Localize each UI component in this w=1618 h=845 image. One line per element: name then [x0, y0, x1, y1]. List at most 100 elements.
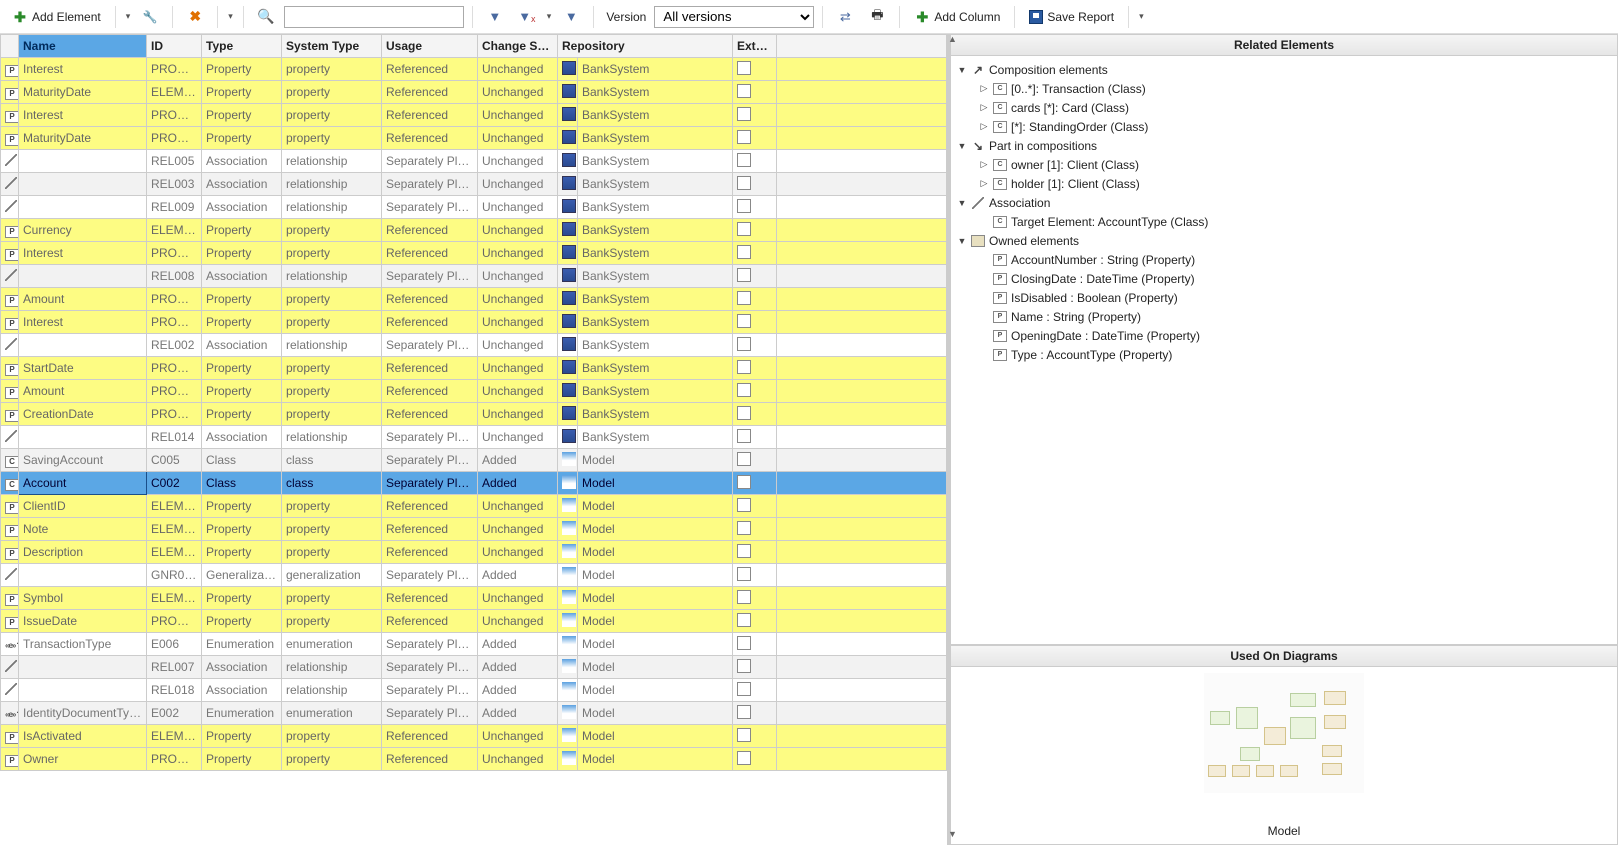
cell-name[interactable]: Description — [19, 541, 147, 564]
tree-node[interactable]: ▷ C cards [*]: Card (Class) — [953, 98, 1615, 117]
checkbox[interactable] — [737, 521, 751, 535]
col-systype-header[interactable]: System Type — [282, 35, 382, 58]
table-row[interactable]: P Owner PROP081 Property property Refere… — [1, 748, 947, 771]
checkbox[interactable] — [737, 84, 751, 98]
cell-external[interactable] — [733, 610, 777, 633]
cell-external[interactable] — [733, 449, 777, 472]
checkbox[interactable] — [737, 61, 751, 75]
cell-name[interactable]: MaturityDate — [19, 81, 147, 104]
cell-name[interactable]: Amount — [19, 380, 147, 403]
checkbox[interactable] — [737, 153, 751, 167]
table-row[interactable]: P CreationDate PROP084 Property property… — [1, 403, 947, 426]
checkbox[interactable] — [737, 337, 751, 351]
cell-external[interactable] — [733, 472, 777, 495]
cell-external[interactable] — [733, 265, 777, 288]
search-input[interactable] — [284, 6, 464, 28]
cell-name[interactable]: Interest — [19, 242, 147, 265]
table-row[interactable]: P Currency ELEM004 Property property Ref… — [1, 219, 947, 242]
table-row[interactable]: REL005 Association relationship Separate… — [1, 150, 947, 173]
tree-node[interactable]: P ClosingDate : DateTime (Property) — [953, 269, 1615, 288]
col-name-header[interactable]: Name — [19, 35, 147, 58]
tree-toggle[interactable]: ▷ — [979, 121, 989, 132]
cell-external[interactable] — [733, 219, 777, 242]
cell-name[interactable]: Account — [19, 472, 147, 495]
cell-name[interactable]: CreationDate — [19, 403, 147, 426]
cell-external[interactable] — [733, 725, 777, 748]
cell-name[interactable] — [19, 334, 147, 357]
tree-toggle[interactable]: ▼ — [957, 65, 967, 75]
tree-node[interactable]: P Name : String (Property) — [953, 307, 1615, 326]
table-row[interactable]: P StartDate PROP092 Property property Re… — [1, 357, 947, 380]
cell-external[interactable] — [733, 564, 777, 587]
table-row[interactable]: P Interest PROP089 Property property Ref… — [1, 104, 947, 127]
cell-external[interactable] — [733, 380, 777, 403]
cell-external[interactable] — [733, 518, 777, 541]
cell-external[interactable] — [733, 541, 777, 564]
tree-toggle[interactable]: ▼ — [957, 141, 967, 151]
filter-dropdown[interactable]: ▾ — [545, 9, 554, 24]
tree-node[interactable]: ▼ Association — [953, 193, 1615, 212]
tree-toggle[interactable]: ▷ — [979, 178, 989, 189]
checkbox[interactable] — [737, 682, 751, 696]
tree-node[interactable]: C Target Element: AccountType (Class) — [953, 212, 1615, 231]
checkbox[interactable] — [737, 544, 751, 558]
col-icon-header[interactable] — [1, 35, 19, 58]
print-button[interactable]: 🖶 — [863, 7, 891, 27]
tree-toggle[interactable]: ▷ — [979, 159, 989, 170]
table-row[interactable]: P Amount PROP090 Property property Refer… — [1, 380, 947, 403]
cell-external[interactable] — [733, 81, 777, 104]
tree-node[interactable]: P OpeningDate : DateTime (Property) — [953, 326, 1615, 345]
version-select[interactable]: All versions — [654, 6, 814, 28]
table-row[interactable]: C Account C002 Class class Separately Pl… — [1, 472, 947, 495]
col-change-header[interactable]: Change Status — [478, 35, 558, 58]
cell-name[interactable]: Amount — [19, 288, 147, 311]
cell-external[interactable] — [733, 679, 777, 702]
cell-name[interactable] — [19, 426, 147, 449]
cell-name[interactable]: TransactionType — [19, 633, 147, 656]
checkbox[interactable] — [737, 199, 751, 213]
checkbox[interactable] — [737, 107, 751, 121]
table-row[interactable]: REL008 Association relationship Separate… — [1, 265, 947, 288]
tree-toggle[interactable]: ▷ — [979, 102, 989, 113]
cell-external[interactable] — [733, 334, 777, 357]
cell-name[interactable]: Interest — [19, 104, 147, 127]
cell-external[interactable] — [733, 58, 777, 81]
tree-node[interactable]: P AccountNumber : String (Property) — [953, 250, 1615, 269]
diagram-thumbnail[interactable] — [1204, 673, 1364, 793]
cell-name[interactable]: IsActivated — [19, 725, 147, 748]
cell-external[interactable] — [733, 587, 777, 610]
settings-button[interactable]: 🔧 — [136, 7, 164, 27]
checkbox[interactable] — [737, 130, 751, 144]
cell-external[interactable] — [733, 702, 777, 725]
delete-dropdown[interactable]: ▾ — [226, 9, 235, 24]
checkbox[interactable] — [737, 659, 751, 673]
checkbox[interactable] — [737, 429, 751, 443]
checkbox[interactable] — [737, 314, 751, 328]
table-row[interactable]: REL018 Association relationship Separate… — [1, 679, 947, 702]
cell-name[interactable] — [19, 679, 147, 702]
table-row[interactable]: REL009 Association relationship Separate… — [1, 196, 947, 219]
table-row[interactable]: «e» TransactionType E006 Enumeration enu… — [1, 633, 947, 656]
table-row[interactable]: P Amount PROP087 Property property Refer… — [1, 288, 947, 311]
table-row[interactable]: P IssueDate PROP083 Property property Re… — [1, 610, 947, 633]
cell-name[interactable]: ClientID — [19, 495, 147, 518]
table-row[interactable]: GNR006 Generalization generalization Sep… — [1, 564, 947, 587]
table-row[interactable]: REL014 Association relationship Separate… — [1, 426, 947, 449]
table-row[interactable]: REL003 Association relationship Separate… — [1, 173, 947, 196]
checkbox[interactable] — [737, 590, 751, 604]
cell-external[interactable] — [733, 127, 777, 150]
cell-name[interactable]: StartDate — [19, 357, 147, 380]
table-row[interactable]: P Interest PROP085 Property property Ref… — [1, 242, 947, 265]
cell-external[interactable] — [733, 748, 777, 771]
cell-name[interactable]: SavingAccount — [19, 449, 147, 472]
tree-node[interactable]: P Type : AccountType (Property) — [953, 345, 1615, 364]
related-elements-tree[interactable]: ▼ ↗ Composition elements ▷ C [0..*]: Tra… — [950, 56, 1618, 645]
checkbox[interactable] — [737, 268, 751, 282]
checkbox[interactable] — [737, 222, 751, 236]
tree-node[interactable]: ▷ C owner [1]: Client (Class) — [953, 155, 1615, 174]
cell-external[interactable] — [733, 633, 777, 656]
cell-external[interactable] — [733, 242, 777, 265]
tree-node[interactable]: ▼ ↘ Part in compositions — [953, 136, 1615, 155]
cell-external[interactable] — [733, 403, 777, 426]
compare-button[interactable]: ⇄ — [831, 7, 859, 27]
